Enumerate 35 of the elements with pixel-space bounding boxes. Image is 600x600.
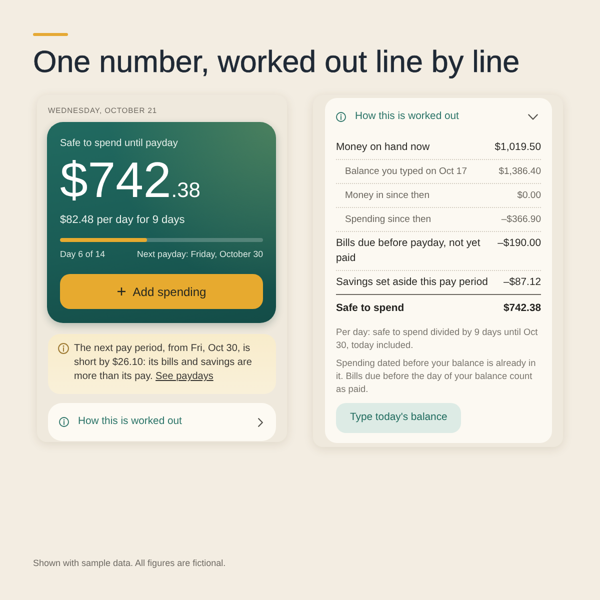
balance-label: Safe to spend until payday (60, 137, 179, 151)
row-amount: –$190.00 (498, 237, 541, 251)
accent-line (33, 33, 68, 36)
add-spending-button[interactable]: Add spending (60, 274, 263, 309)
warning-text: The next pay period, from Fri, Oct 30, is short by $26.10: its bills and savings are more than its pay. See paydays (74, 342, 253, 384)
see-paydays-link[interactable]: See paydays (156, 371, 214, 382)
per-day-text: $82.48 per day for 9 days (60, 213, 186, 228)
type-balance-button[interactable]: Type today's balance (336, 403, 462, 433)
row-label: Money in since then (345, 189, 430, 202)
row-label: Savings set aside this pay period (336, 276, 489, 290)
page-title: One number, worked out line by line (33, 44, 520, 80)
row-amount: –$366.90 (501, 213, 541, 226)
day-label: Day 6 of 14 (60, 248, 105, 260)
row-amount: $0.00 (517, 189, 541, 202)
row-label: Bills due before payday, not yet paid (336, 237, 482, 266)
info-icon (336, 112, 346, 122)
plus-icon (116, 287, 126, 296)
payday-label: Next payday: Friday, October 30 (137, 248, 263, 260)
row-amount: $742.38 (503, 302, 541, 316)
row-label: Money on hand now (336, 141, 431, 155)
balance-amount: $742 (60, 155, 172, 205)
worked-out-toggle[interactable]: How this is worked out (336, 98, 541, 136)
row-amount: $1,386.40 (498, 165, 541, 178)
note-text: Per day: safe to spend divided by 9 days until Oct 30, today included. (336, 326, 539, 352)
row-amount: –$87.12 (503, 276, 541, 290)
balance-cents: .38 (171, 180, 200, 201)
worked-out-link[interactable]: How this is worked out (48, 403, 276, 441)
footnote: Shown with sample data. All figures are fictional. (33, 557, 226, 569)
info-icon (58, 343, 69, 354)
row-label: Spending since then (345, 213, 432, 226)
note-text: Spending dated before your balance is already in it. Bills due before the day of your balance count as paid. (336, 357, 537, 396)
row-label: Safe to spend (336, 302, 406, 316)
info-icon (59, 417, 69, 427)
row-amount: $1,019.50 (494, 141, 541, 155)
row-label: Balance you typed on Oct 17 (345, 165, 468, 178)
